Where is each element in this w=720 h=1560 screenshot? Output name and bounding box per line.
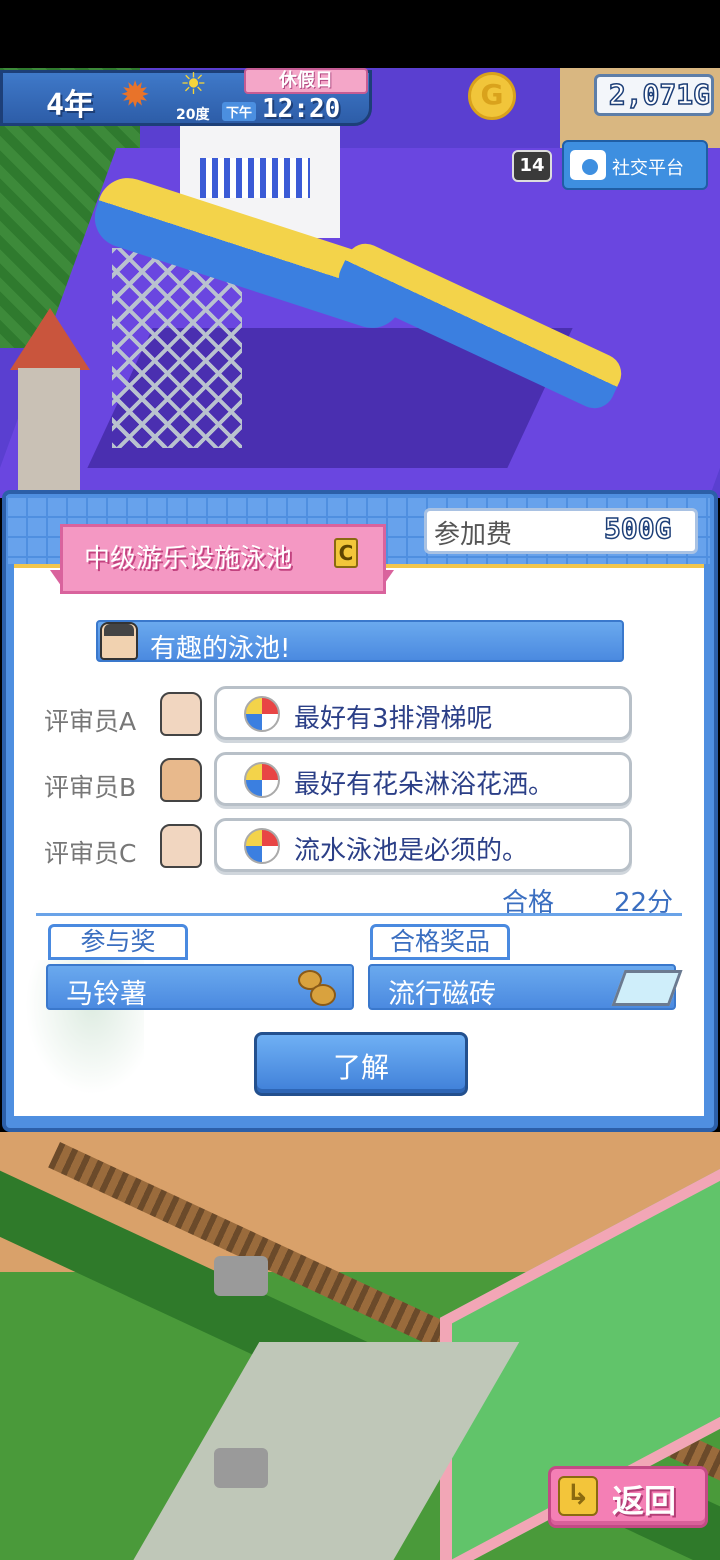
judge-comment: 流水泳池是必须的。	[294, 836, 529, 866]
year-label: 4年	[46, 88, 95, 123]
judge-row-a: 评审员A 最好有3排滑梯呢	[0, 684, 720, 744]
judge-comment: 最好有3排滑梯呢	[294, 704, 493, 734]
social-platform-label[interactable]: 社交平台	[612, 154, 684, 180]
pass-prize-tag: 合格奖品	[370, 924, 510, 960]
beach-ball-icon	[244, 762, 280, 798]
participation-prize-item: 马铃薯	[66, 979, 147, 1010]
temperature-label: 20度	[176, 107, 210, 123]
judge-c-avatar	[160, 824, 202, 868]
coin-icon: G	[468, 72, 516, 120]
back-button-label[interactable]: 返回	[612, 1476, 676, 1522]
rock	[214, 1448, 268, 1488]
judge-a-avatar	[160, 692, 202, 736]
top-black-bar	[0, 0, 720, 68]
castle-roof	[10, 308, 90, 370]
score-divider	[36, 913, 682, 916]
judge-comment: 最好有花朵淋浴花洒。	[294, 770, 555, 800]
entry-fee-label: 参加费	[434, 520, 513, 550]
judge-label: 评审员A	[44, 707, 137, 736]
judge-row-c: 评审员C 流水泳池是必须的。	[0, 816, 720, 876]
period-label: 下午	[222, 102, 257, 121]
ok-button-label[interactable]: 了解	[254, 1046, 468, 1086]
potato-icon	[296, 968, 340, 1008]
money-value: 2,071G	[608, 77, 711, 112]
contest-title: 中级游乐设施泳池	[84, 544, 293, 574]
back-arrow-icon[interactable]: ↳	[558, 1476, 598, 1516]
beach-ball-icon	[244, 696, 280, 732]
rock	[214, 1256, 268, 1296]
social-count-badge: 14	[512, 150, 552, 182]
building-awning	[200, 158, 310, 198]
judge-label: 评审员B	[44, 773, 137, 802]
judge-b-avatar	[160, 758, 202, 802]
rank-badge: C	[334, 538, 358, 568]
judge-label: 评审员C	[44, 839, 137, 868]
game-scene-top[interactable]	[0, 68, 720, 498]
day-type-badge: 休假日	[244, 68, 368, 94]
camera-icon[interactable]	[570, 150, 606, 180]
maple-leaf-icon: ✹	[120, 75, 151, 116]
entry-fee-value: 500G	[603, 511, 672, 546]
castle-tower	[18, 368, 80, 498]
judge-row-b: 评审员B 最好有花朵淋浴花洒。	[0, 750, 720, 810]
pass-prize-item: 流行磁砖	[388, 979, 496, 1010]
sun-icon: ☀	[180, 67, 207, 102]
host-avatar	[100, 622, 138, 660]
beach-ball-icon	[244, 828, 280, 864]
host-comment: 有趣的泳池!	[150, 634, 291, 664]
clock-time: 12:20	[262, 94, 341, 124]
participation-prize-tag: 参与奖	[48, 924, 188, 960]
